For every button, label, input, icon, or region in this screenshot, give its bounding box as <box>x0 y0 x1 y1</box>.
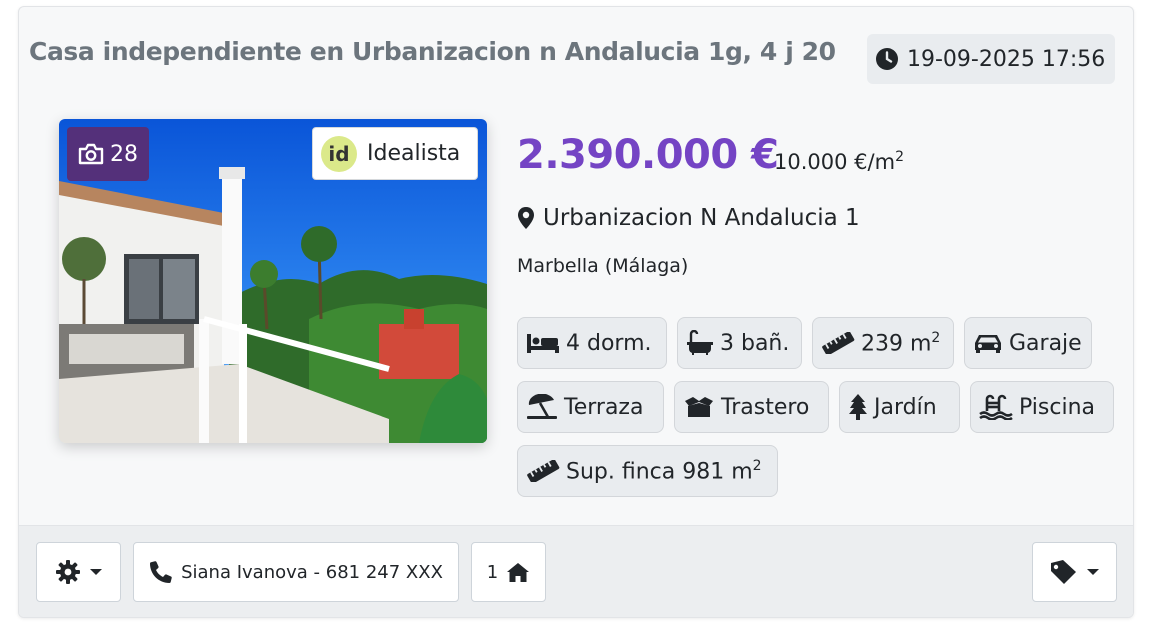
price: 2.390.000 € <box>517 132 779 178</box>
feature-plot-area: Sup. finca 981 m2 <box>517 445 778 497</box>
bath-icon <box>686 330 714 356</box>
city: Marbella (Málaga) <box>517 255 689 277</box>
swimming-pool-icon <box>979 394 1013 420</box>
box-open-icon <box>683 395 715 419</box>
card-footer: Siana Ivanova - 681 247 XXX 1 <box>19 525 1133 617</box>
properties-count: 1 <box>486 561 499 583</box>
caret-down-icon <box>1086 569 1099 575</box>
contact-label: Siana Ivanova - 681 247 XXX <box>181 561 443 583</box>
feature-storage: Trastero <box>674 381 829 433</box>
settings-dropdown-button[interactable] <box>36 542 121 602</box>
clock-icon <box>876 48 898 70</box>
car-icon <box>973 332 1003 354</box>
listing-datetime: 19-09-2025 17:56 <box>907 46 1106 72</box>
gear-icon <box>55 560 80 584</box>
home-icon <box>507 563 530 582</box>
phone-icon <box>150 561 172 583</box>
ruler-icon <box>526 460 560 482</box>
bed-icon <box>526 332 560 354</box>
source-name: Idealista <box>367 141 461 166</box>
feature-area: 239 m2 <box>812 317 954 369</box>
feature-garage: Garaje <box>964 317 1092 369</box>
price-per-m2: 10.000 €/m2 <box>774 149 904 174</box>
feature-garden: Jardín <box>839 381 960 433</box>
umbrella-beach-icon <box>526 394 558 420</box>
idealista-logo-icon: id <box>321 135 357 172</box>
ruler-icon <box>821 332 855 354</box>
photo-count-badge[interactable]: 28 <box>67 127 149 181</box>
contact-button[interactable]: Siana Ivanova - 681 247 XXX <box>133 542 459 602</box>
tag-icon <box>1050 560 1076 584</box>
source-badge[interactable]: id Idealista <box>312 127 478 180</box>
address-text: Urbanizacion N Andalucia 1 <box>543 205 860 231</box>
properties-count-button[interactable]: 1 <box>471 542 546 602</box>
photo-count: 28 <box>110 141 138 167</box>
feature-bedrooms: 4 dorm. <box>517 317 667 369</box>
caret-down-icon <box>89 569 102 575</box>
camera-icon <box>78 143 104 165</box>
listing-title[interactable]: Casa independiente en Urbanizacion n And… <box>29 37 836 66</box>
map-marker-icon <box>518 207 534 229</box>
listing-photo[interactable]: 28 id Idealista <box>59 119 487 443</box>
tag-dropdown-button[interactable] <box>1032 542 1117 602</box>
feature-pool: Piscina <box>970 381 1114 433</box>
listing-card: Casa independiente en Urbanizacion n And… <box>18 6 1134 618</box>
feature-bathrooms: 3 bañ. <box>677 317 802 369</box>
address[interactable]: Urbanizacion N Andalucia 1 <box>517 205 860 231</box>
tree-icon <box>848 393 868 421</box>
date-badge: 19-09-2025 17:56 <box>867 34 1115 84</box>
feature-terrace: Terraza <box>517 381 664 433</box>
